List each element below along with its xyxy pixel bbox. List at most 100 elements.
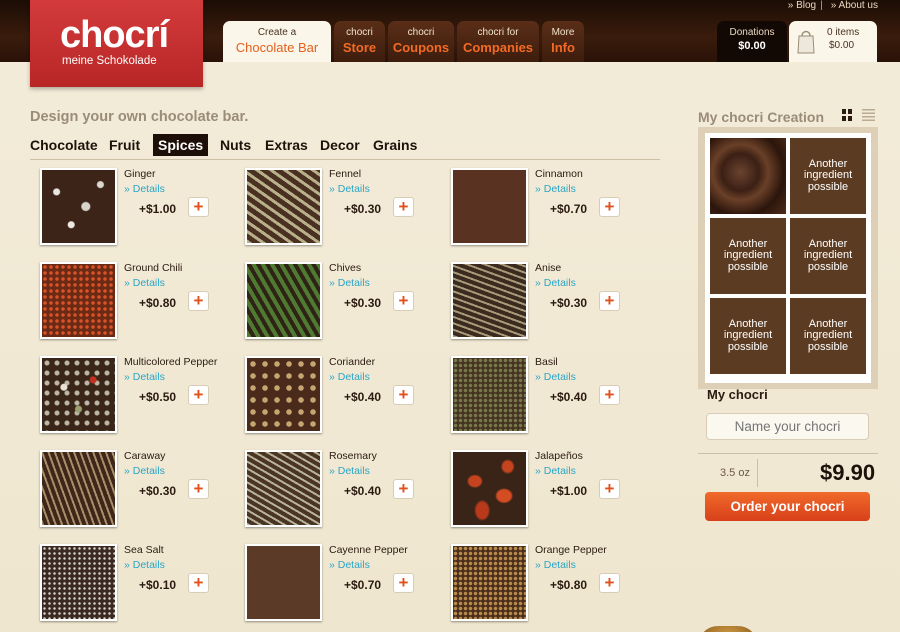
add-ingredient-button[interactable]: + [188,385,209,405]
ingredient-thumbnail[interactable] [245,262,322,339]
ingredient-name: Anise [535,262,562,274]
details-link[interactable]: » Details [535,465,576,477]
details-link[interactable]: » Details [535,277,576,289]
ingredient-price: +$0.30 [344,202,382,216]
ingredient-item: Multicolored Pepper » Details +$0.50 + [30,352,230,434]
add-ingredient-button[interactable]: + [188,573,209,593]
add-ingredient-button[interactable]: + [393,479,414,499]
tab-line2: Coupons [392,40,450,55]
details-link[interactable]: » Details [535,183,576,195]
ingredient-item: Basil » Details +$0.40 + [441,352,641,434]
ingredient-thumbnail[interactable] [245,544,322,621]
ingredient-thumbnail[interactable] [40,356,117,433]
add-ingredient-button[interactable]: + [393,573,414,593]
chocri-logo[interactable]: chocrí meine Schokolade [30,0,203,87]
tab-chocolate[interactable]: Chocolate [30,134,98,156]
ingredient-thumbnail[interactable] [245,356,322,433]
add-ingredient-button[interactable]: + [188,479,209,499]
details-link[interactable]: » Details [124,277,165,289]
add-ingredient-button[interactable]: + [599,291,620,311]
ingredient-price: +$0.30 [550,296,588,310]
add-ingredient-button[interactable]: + [393,291,414,311]
add-ingredient-button[interactable]: + [188,291,209,311]
ingredient-slot: Another ingredient possible [710,298,786,374]
tab-store[interactable]: chocri Store [334,21,385,62]
ingredient-name: Sea Salt [124,544,164,556]
ingredient-thumbnail[interactable] [245,450,322,527]
my-chocri-label: My chocri [707,387,768,402]
ingredient-thumbnail[interactable] [40,262,117,339]
ingredient-name: Orange Pepper [535,544,607,556]
ingredient-item: Cinnamon » Details +$0.70 + [441,164,641,246]
total-price: $9.90 [820,460,876,485]
details-link[interactable]: » Details [535,371,576,383]
ingredient-name: Chives [329,262,362,274]
ingredient-name: Jalapeños [535,450,583,462]
tab-create-chocolate-bar[interactable]: Create a Chocolate Bar [223,21,331,62]
ingredient-thumbnail[interactable] [451,168,528,245]
logo-wordmark: chocrí [60,14,169,56]
add-ingredient-button[interactable]: + [599,197,620,217]
decorative-truffle-image [698,626,758,632]
tab-spices[interactable]: Spices [153,134,209,156]
ingredient-thumbnail[interactable] [451,544,528,621]
cart-items: 0 items [827,27,860,38]
order-button[interactable]: Order your chocri [705,492,870,521]
ingredient-item: Fennel » Details +$0.30 + [235,164,435,246]
ingredient-thumbnail[interactable] [40,544,117,621]
details-link[interactable]: » Details [124,465,165,477]
tab-decor[interactable]: Decor [320,134,360,156]
details-link[interactable]: » Details [124,371,165,383]
add-ingredient-button[interactable]: + [393,197,414,217]
ingredient-price: +$0.80 [550,578,588,592]
details-link[interactable]: » Details [329,371,370,383]
tab-more-info[interactable]: More Info [542,21,584,62]
cart-tab[interactable]: 0 items $0.00 [789,21,877,62]
link-separator: | [820,0,823,11]
about-link[interactable]: » About us [831,0,878,11]
top-links: » Blog | » About us [784,0,878,11]
add-ingredient-button[interactable]: + [393,385,414,405]
ingredient-thumbnail[interactable] [451,356,528,433]
tab-coupons[interactable]: chocri Coupons [388,21,454,62]
add-ingredient-button[interactable]: + [599,385,620,405]
details-link[interactable]: » Details [329,183,370,195]
tab-line2: Info [551,40,575,55]
tab-extras[interactable]: Extras [265,134,308,156]
ingredient-name: Coriander [329,356,376,368]
tab-grains[interactable]: Grains [373,134,417,156]
ingredient-thumbnail[interactable] [451,450,528,527]
chocri-name-input[interactable] [706,413,869,440]
details-link[interactable]: » Details [329,277,370,289]
add-ingredient-button[interactable]: + [188,197,209,217]
details-link[interactable]: » Details [124,559,165,571]
ingredient-item: Coriander » Details +$0.40 + [235,352,435,434]
grid-view-icon[interactable] [842,109,852,121]
add-ingredient-button[interactable]: + [599,573,620,593]
details-link[interactable]: » Details [124,183,165,195]
ingredient-item: Rosemary » Details +$0.40 + [235,446,435,528]
tab-nuts[interactable]: Nuts [220,134,251,156]
ingredient-thumbnail[interactable] [40,168,117,245]
details-link[interactable]: » Details [329,559,370,571]
ingredient-slot: Another ingredient possible [710,218,786,294]
ingredient-name: Multicolored Pepper [124,356,218,368]
ingredient-item: Caraway » Details +$0.30 + [30,446,230,528]
blog-link[interactable]: » Blog [788,0,816,11]
details-link[interactable]: » Details [535,559,576,571]
ingredient-thumbnail[interactable] [40,450,117,527]
ingredient-price: +$0.30 [139,484,177,498]
ingredient-name: Ginger [124,168,156,180]
ingredient-item: Ginger » Details +$1.00 + [30,164,230,246]
category-tabs: Chocolate Fruit Spices Nuts Extras Decor… [30,134,660,160]
ingredient-thumbnail[interactable] [245,168,322,245]
cart-amount: $0.00 [829,40,855,51]
add-ingredient-button[interactable]: + [599,479,620,499]
list-view-icon[interactable] [862,109,875,121]
details-link[interactable]: » Details [329,465,370,477]
ingredient-price: +$0.40 [344,390,382,404]
ingredient-thumbnail[interactable] [451,262,528,339]
donations-tab[interactable]: Donations $0.00 [717,21,787,62]
tab-companies[interactable]: chocri for Companies [457,21,539,62]
tab-fruit[interactable]: Fruit [109,134,140,156]
